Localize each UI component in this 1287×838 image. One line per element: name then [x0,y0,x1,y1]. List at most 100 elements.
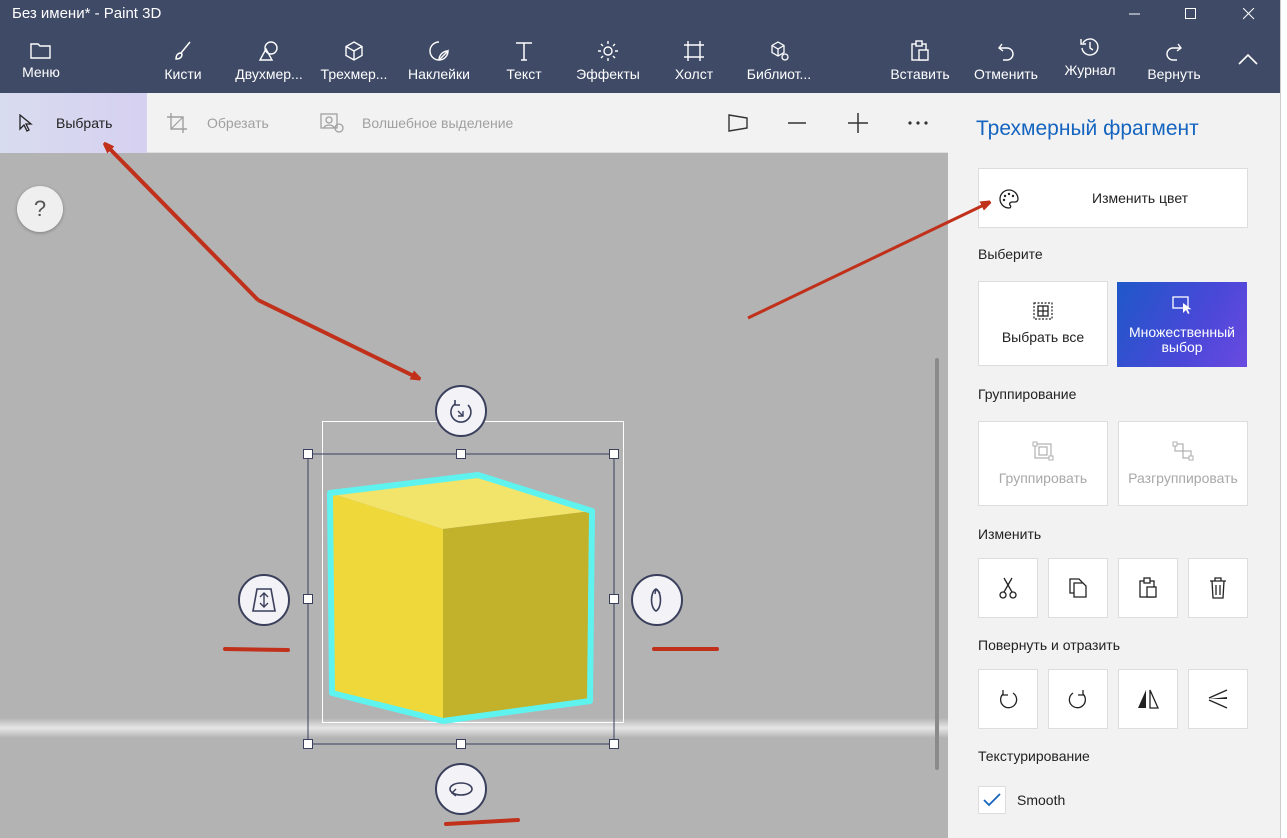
yellow-cube[interactable] [327,472,595,724]
rotate-right-button[interactable] [1048,669,1108,729]
perspective-view-button[interactable] [722,107,754,139]
ungroup-button[interactable]: Разгруппировать [1118,421,1248,506]
rotate-x-handle[interactable] [435,763,487,815]
brushes-tool[interactable]: Кисти [158,28,208,93]
more-icon [908,121,928,125]
library-label: Библиот... [746,65,812,82]
menu-label: Меню [22,63,60,80]
collapse-toolbar-button[interactable] [1230,28,1266,93]
rotate-z-handle[interactable] [435,385,487,437]
undo-icon [998,43,1014,61]
multi-select-label: Множественный выбор [1129,323,1235,355]
library-tool[interactable]: Библиот... [740,28,818,93]
rotate-y-handle[interactable] [631,574,683,626]
flip-vertical-button[interactable] [1188,669,1248,729]
effects-tool[interactable]: Эффекты [572,28,644,93]
smooth-checkbox[interactable] [978,786,1006,814]
resize-handle[interactable] [456,449,466,459]
select-tool[interactable]: Выбрать [0,93,147,153]
text-tool[interactable]: Текст [500,28,548,93]
redo-icon [1166,43,1182,61]
crop-tool[interactable]: Обрезать [166,93,269,153]
resize-handle[interactable] [609,449,619,459]
ungroup-icon [1172,441,1194,461]
smooth-label: Smooth [1017,792,1066,808]
chevron-up-icon [1238,53,1258,65]
magic-select-tool[interactable]: Волшебное выделение [320,93,513,153]
paste-button[interactable]: Вставить [886,28,954,93]
paste-icon [1139,577,1157,598]
group-label: Группировать [998,470,1088,486]
canvas-label: Холст [674,65,714,82]
zoom-out-button[interactable] [781,107,813,139]
paste-icon [911,39,929,61]
minimize-icon [1129,13,1140,15]
brush-icon [175,41,191,60]
group-icon [1032,441,1054,461]
canvas-tool[interactable]: Холст [668,28,720,93]
stickers-label: Наклейки [408,65,470,82]
history-button[interactable]: Журнал [1058,24,1122,89]
resize-handle[interactable] [303,739,313,749]
resize-handle[interactable] [303,594,313,604]
background-window-edge [1280,0,1287,838]
palette-icon [999,189,1019,209]
canvas-area[interactable]: ? [0,153,948,838]
grouping-section-label: Группирование [978,386,1077,402]
sun-icon [598,40,618,61]
library-3d-icon [771,40,789,61]
push-pull-handle[interactable] [238,574,290,626]
redo-button[interactable]: Вернуть [1142,28,1206,93]
stickers-tool[interactable]: Наклейки [402,28,476,93]
history-label: Журнал [1064,61,1116,78]
undo-button[interactable]: Отменить [968,28,1044,93]
panel-title: Трехмерный фрагмент [976,117,1199,140]
multi-select-button[interactable]: Множественный выбор [1117,282,1247,367]
close-button[interactable] [1226,0,1272,28]
edit-section-label: Изменить [978,526,1042,542]
plus-icon [848,113,868,133]
resize-handle[interactable] [609,594,619,604]
push-pull-icon [252,588,276,612]
rotate-left-icon [999,690,1018,709]
more-options-button[interactable] [902,107,934,139]
flip-vertical-icon [1208,689,1228,709]
minus-icon [788,122,806,124]
select-all-button[interactable]: Выбрать все [978,281,1108,366]
cut-button[interactable] [978,558,1038,618]
paste-label: Вставить [890,65,950,82]
shapes-3d-label: Трехмер... [320,65,388,82]
copy-button[interactable] [1048,558,1108,618]
shapes-3d-tool[interactable]: Трехмер... [316,28,392,93]
select-label: Выбрать [56,115,113,131]
shapes-2d-tool[interactable]: Двухмер... [230,28,308,93]
perspective-icon [728,114,748,132]
shapes-2d-icon [258,40,278,61]
maximize-icon [1185,8,1196,19]
change-color-button[interactable]: Изменить цвет [978,168,1248,228]
text-label: Текст [506,65,542,82]
group-button[interactable]: Группировать [978,421,1108,506]
scissors-icon [999,577,1017,599]
zoom-in-button[interactable] [842,107,874,139]
flip-horizontal-button[interactable] [1118,669,1178,729]
resize-handle[interactable] [609,739,619,749]
text-icon [516,41,532,61]
menu-button[interactable]: Меню [14,28,68,93]
crop-label: Обрезать [207,115,269,131]
main-toolbar: Меню Кисти Двухмер... Трехмер... Наклейк… [0,28,1280,93]
crop-icon [167,113,187,133]
magic-select-icon [320,113,344,133]
select-all-label: Выбрать все [1001,329,1085,345]
rotate-left-button[interactable] [978,669,1038,729]
resize-handle[interactable] [303,449,313,459]
trash-icon [1210,577,1226,599]
delete-button[interactable] [1188,558,1248,618]
paste-panel-button[interactable] [1118,558,1178,618]
maximize-button[interactable] [1168,0,1214,28]
cube-3d-icon [345,40,363,61]
rotate-right-icon [1068,690,1087,709]
resize-handle[interactable] [456,739,466,749]
properties-panel: Трехмерный фрагмент Изменить цвет Выбери… [948,93,1280,838]
canvas-icon [684,40,704,61]
